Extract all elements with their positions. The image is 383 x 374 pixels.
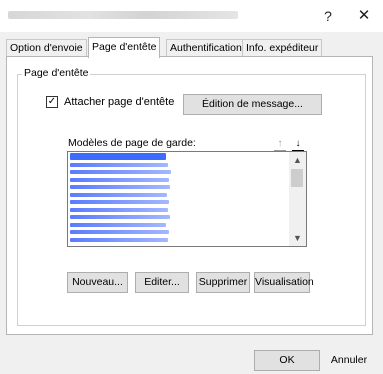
tab-cover-page[interactable]: Page d'entête <box>88 37 161 58</box>
edit-template-button[interactable]: Editer... <box>135 272 189 293</box>
tab-send-options[interactable]: Option d'envoie <box>6 39 87 57</box>
group-title: Page d'entête <box>22 67 91 79</box>
template-name-obscured <box>70 200 169 204</box>
scroll-thumb[interactable] <box>291 169 303 187</box>
templates-list <box>70 153 290 243</box>
templates-label: Modèles de page de garde: <box>68 137 196 149</box>
template-name-obscured <box>70 215 170 219</box>
template-name-obscured <box>70 162 168 167</box>
scroll-down-icon[interactable]: ▼ <box>289 230 306 246</box>
template-name-obscured <box>70 222 166 227</box>
window-title-obscured <box>8 11 238 19</box>
template-list-item[interactable] <box>70 236 290 244</box>
template-list-item[interactable] <box>70 221 290 229</box>
scroll-up-icon[interactable]: ▲ <box>289 152 306 168</box>
template-list-item[interactable] <box>70 228 290 236</box>
template-list-item[interactable] <box>70 183 290 191</box>
tab-authentication[interactable]: Authentification <box>166 39 246 57</box>
attach-cover-page-checkbox[interactable]: ✓ Attacher page d'entête <box>46 96 174 108</box>
template-list-item[interactable] <box>70 206 290 214</box>
template-list-item[interactable] <box>70 176 290 184</box>
move-up-icon[interactable]: ↑ <box>274 137 286 151</box>
template-list-item[interactable] <box>70 191 290 199</box>
template-list-item[interactable] <box>70 153 290 161</box>
title-bar: ? ✕ <box>0 0 383 32</box>
ok-button[interactable]: OK <box>254 350 320 371</box>
template-list-item[interactable] <box>70 168 290 176</box>
tab-sender-info[interactable]: Info. expéditeur <box>242 39 323 57</box>
help-button[interactable]: ? <box>318 6 338 26</box>
delete-template-button[interactable]: Supprimer <box>196 272 250 293</box>
checkbox-box[interactable]: ✓ <box>46 96 58 108</box>
preview-template-button[interactable]: Visualisation <box>254 272 314 293</box>
close-button[interactable]: ✕ <box>354 6 374 26</box>
new-template-button[interactable]: Nouveau... <box>67 272 128 293</box>
template-name-obscured <box>70 170 171 174</box>
template-name-obscured <box>70 192 167 197</box>
template-name-obscured <box>70 153 166 160</box>
edit-message-button[interactable]: Édition de message... <box>183 94 322 115</box>
template-list-item[interactable] <box>70 161 290 169</box>
template-list-item[interactable] <box>70 198 290 206</box>
template-name-obscured <box>70 237 168 242</box>
template-name-obscured <box>70 177 169 182</box>
move-down-icon[interactable]: ↓ <box>292 137 304 151</box>
template-name-obscured <box>70 185 170 189</box>
vertical-scrollbar[interactable]: ▲ ▼ <box>289 152 306 246</box>
checkbox-label: Attacher page d'entête <box>64 96 175 108</box>
template-name-obscured <box>70 207 168 212</box>
cancel-button[interactable]: Annuler <box>318 350 380 371</box>
templates-listbox[interactable]: ▲ ▼ <box>67 151 307 247</box>
template-list-item[interactable] <box>70 213 290 221</box>
template-name-obscured <box>70 230 169 234</box>
